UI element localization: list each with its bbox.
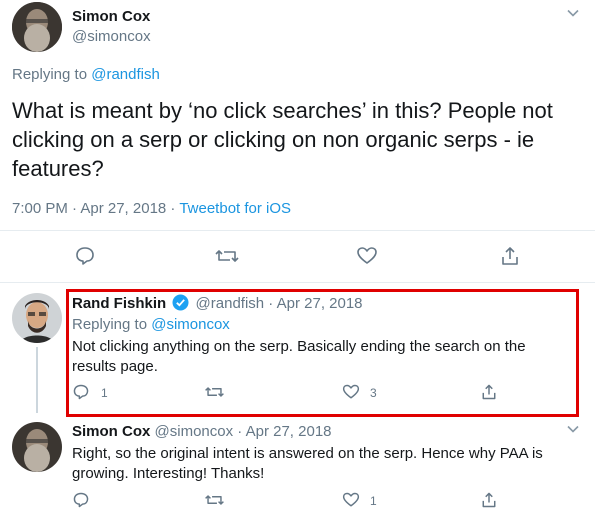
- author-name[interactable]: Simon Cox: [72, 423, 150, 440]
- like-icon[interactable]: [356, 245, 378, 267]
- reply-header: Simon Cox @simoncox · Apr 27, 2018: [72, 423, 332, 440]
- reply-date[interactable]: · Apr 27, 2018: [264, 295, 362, 312]
- retweet-icon[interactable]: [204, 383, 225, 401]
- like-icon[interactable]: [342, 491, 360, 509]
- replying-to-link[interactable]: @simoncox: [151, 316, 230, 333]
- thread-line: [36, 347, 38, 413]
- tweet-time[interactable]: 7:00 PM · Apr 27, 2018 ·: [12, 200, 179, 217]
- reply-count: 1: [101, 386, 108, 400]
- like-icon[interactable]: [342, 383, 360, 401]
- retweet-icon[interactable]: [214, 245, 240, 267]
- divider: [0, 282, 595, 283]
- chevron-down-icon[interactable]: [566, 422, 580, 441]
- share-icon[interactable]: [480, 383, 498, 401]
- reply-icon[interactable]: [74, 245, 96, 267]
- author-handle[interactable]: @randfish: [196, 295, 265, 312]
- replying-to-label: Replying to: [12, 66, 88, 83]
- replying-to: Replying to @simoncox: [72, 316, 230, 333]
- replying-to-link[interactable]: @randfish: [91, 66, 160, 83]
- author-handle[interactable]: @simoncox: [155, 423, 234, 440]
- reply-text: Right, so the original intent is answere…: [72, 445, 543, 482]
- reply-icon[interactable]: [72, 491, 90, 509]
- divider: [0, 230, 595, 231]
- chevron-down-icon[interactable]: [566, 6, 580, 25]
- retweet-icon[interactable]: [204, 491, 225, 509]
- reply-icon[interactable]: [72, 383, 90, 401]
- tweet-timestamp: 7:00 PM · Apr 27, 2018 · Tweetbot for iO…: [12, 200, 291, 217]
- reply-header: Rand Fishkin @randfish · Apr 27, 2018: [72, 294, 363, 315]
- tweet-text: What is meant by ‘no click searches’ in …: [12, 98, 553, 181]
- share-icon[interactable]: [499, 245, 521, 267]
- like-count: 1: [370, 494, 377, 508]
- like-count: 3: [370, 386, 377, 400]
- reply-date[interactable]: · Apr 27, 2018: [233, 423, 331, 440]
- share-icon[interactable]: [480, 491, 498, 509]
- avatar[interactable]: [12, 2, 62, 52]
- author-handle[interactable]: @simoncox: [72, 28, 151, 45]
- reply-text: Not clicking anything on the serp. Basic…: [72, 338, 526, 375]
- avatar[interactable]: [12, 293, 62, 343]
- replying-to-label: Replying to: [72, 316, 148, 333]
- author-name[interactable]: Simon Cox: [72, 8, 150, 25]
- tweet-source[interactable]: Tweetbot for iOS: [179, 200, 291, 217]
- replying-to: Replying to @randfish: [12, 66, 160, 83]
- verified-badge-icon: [172, 294, 189, 315]
- author-name[interactable]: Rand Fishkin: [72, 295, 166, 312]
- avatar[interactable]: [12, 422, 62, 472]
